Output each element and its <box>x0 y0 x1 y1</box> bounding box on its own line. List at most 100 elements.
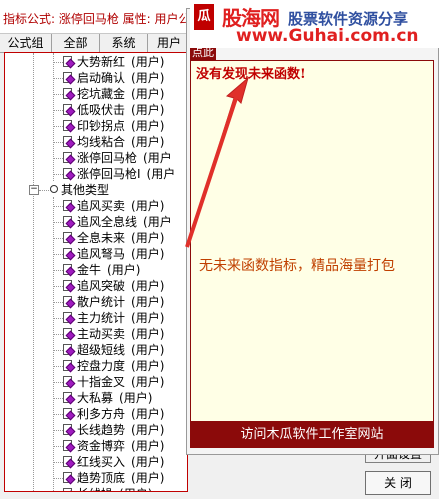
formula-icon <box>63 88 76 101</box>
tree-guide-line <box>53 94 63 95</box>
formula-icon <box>63 344 76 357</box>
tree-item-tag: (用户) <box>131 471 165 485</box>
tree-item[interactable]: 十指金叉 (用户) <box>63 374 164 390</box>
formula-icon <box>63 360 76 373</box>
formula-icon <box>63 376 76 389</box>
tree-item-tag: (用户) <box>119 391 153 405</box>
tree-item-name: 散户统计 <box>77 295 126 309</box>
tree-guide-line <box>53 222 63 223</box>
formula-icon <box>63 216 76 229</box>
tree-item[interactable]: 涨停回马枪I (用户 <box>63 166 175 182</box>
tree-item-name: 十指金叉 <box>77 375 126 389</box>
tree-guide-line <box>53 126 63 127</box>
watermark-url: www.Guhai.com.cn <box>236 26 419 46</box>
tree-item[interactable]: 追风弩马 (用户) <box>63 246 164 262</box>
formula-tabs: 公式组 全部 系统 用户 <box>0 34 190 53</box>
tree-item[interactable]: 印钞拐点 (用户) <box>63 118 164 134</box>
tree-guide-line <box>53 174 63 175</box>
formula-icon <box>63 232 76 245</box>
formula-tree[interactable]: 大势新红 (用户) 启动确认 (用户) 挖坑藏金 (用户) 低吸伏击 (用户) 印钞拐点 (用户)… <box>4 52 188 492</box>
tree-item-name: 红线买入 <box>77 455 126 469</box>
tree-item[interactable]: 启动确认 (用户) <box>63 70 164 86</box>
tree-item[interactable]: 资金博弈 (用户) <box>63 438 164 454</box>
tree-item[interactable]: 红线买入 (用户) <box>63 454 164 470</box>
tree-item[interactable]: 挖坑藏金 (用户) <box>63 86 164 102</box>
tree-item-tag: (用户) <box>131 439 165 453</box>
tree-item[interactable]: 长线操 (用户) <box>63 486 152 491</box>
tree-item-tag: (用户) <box>107 263 141 277</box>
popup-content <box>190 60 434 448</box>
folder-expander[interactable]: − <box>29 185 39 195</box>
formula-icon <box>63 152 76 165</box>
tree-item-tag: (用户) <box>131 135 165 149</box>
tree-guide-line <box>53 238 63 239</box>
tree-guide-line <box>53 142 63 143</box>
tree-item-tag: (用户) <box>131 71 165 85</box>
tree-item-name: 长线趋势 <box>77 423 126 437</box>
tree-item[interactable]: 追风全息线 (用户 <box>63 214 172 230</box>
tree-guide-line <box>53 270 63 271</box>
tree-item[interactable]: 涨停回马枪 (用户 <box>63 150 172 166</box>
tree-item-name: 涨停回马枪I <box>77 167 141 181</box>
close-button[interactable]: 关 闭 <box>365 471 431 495</box>
tree-item[interactable]: 均线粘合 (用户) <box>63 134 164 150</box>
window-title: 指标公式: 涨停回马枪 属性: 用户公 <box>3 12 191 26</box>
tree-item-name: 追风突破 <box>77 279 126 293</box>
website-link[interactable]: 访问木瓜软件工作室网站 <box>190 421 434 448</box>
formula-icon <box>63 264 76 277</box>
formula-icon <box>63 104 76 117</box>
formula-icon <box>63 56 76 69</box>
tree-item[interactable]: 控盘力度 (用户) <box>63 358 164 374</box>
tree-item[interactable]: 大私募 (用户) <box>63 390 152 406</box>
tree-guide-line <box>53 382 63 383</box>
tree-item-tag: (用户) <box>131 295 165 309</box>
tree-item[interactable]: 散户统计 (用户) <box>63 294 164 310</box>
tree-item-tag: (用户) <box>131 103 165 117</box>
formula-icon <box>63 312 76 325</box>
tree-item[interactable]: 低吸伏击 (用户) <box>63 102 164 118</box>
tree-folder-other-types[interactable]: 其他类型 <box>50 182 109 198</box>
tree-item-name: 控盘力度 <box>77 359 126 373</box>
tree-item[interactable]: 长线趋势 (用户) <box>63 422 164 438</box>
formula-icon <box>63 248 76 261</box>
popup-tab[interactable]: 点此 <box>190 46 216 60</box>
tree-guide-line <box>53 462 63 463</box>
tree-guide-line <box>53 110 63 111</box>
tab-all[interactable]: 全部 <box>52 34 100 52</box>
tree-guide-line <box>53 350 63 351</box>
formula-icon <box>63 472 76 485</box>
tree-item[interactable]: 主动买卖 (用户) <box>63 326 164 342</box>
tab-system[interactable]: 系统 <box>100 34 148 52</box>
tree-item-name: 追风买卖 <box>77 199 126 213</box>
tree-guide-line <box>53 398 63 399</box>
tree-guide-line <box>53 478 63 479</box>
tree-item[interactable]: 利多方舟 (用户) <box>63 406 164 422</box>
tree-item-name: 印钞拐点 <box>77 119 126 133</box>
tree-item-name: 低吸伏击 <box>77 103 126 117</box>
tree-guide-line <box>53 158 63 159</box>
tree-item-tag: (用户) <box>131 279 165 293</box>
tab-formula-group[interactable]: 公式组 <box>0 34 52 52</box>
tree-item-name: 追风弩马 <box>77 247 126 261</box>
tree-guide-line <box>53 414 63 415</box>
tree-guide-line <box>53 366 63 367</box>
tree-item[interactable]: 追风买卖 (用户) <box>63 198 164 214</box>
tree-item[interactable]: 大势新红 (用户) <box>63 54 164 70</box>
tree-item[interactable]: 超级短线 (用户) <box>63 342 164 358</box>
tree-item[interactable]: 全息未来 (用户) <box>63 230 164 246</box>
tree-item[interactable]: 主力统计 (用户) <box>63 310 164 326</box>
promo-text: 无未来函数指标，精品海量打包 <box>199 258 395 274</box>
tree-item-tag: (用户) <box>131 199 165 213</box>
tab-user[interactable]: 用户 <box>148 34 190 52</box>
tree-item-tag: (用户) <box>131 423 165 437</box>
tree-item-tag: (用户) <box>131 343 165 357</box>
tree-item[interactable]: 趋势顶底 (用户) <box>63 470 164 486</box>
tree-item[interactable]: 金牛 (用户) <box>63 262 140 278</box>
tree-item[interactable]: 追风突破 (用户) <box>63 278 164 294</box>
tree-item-name: 追风全息线 <box>77 215 138 229</box>
tree-item-name: 趋势顶底 <box>77 471 126 485</box>
tree-item-name: 均线粘合 <box>77 135 126 149</box>
tree-guide-line <box>53 302 63 303</box>
formula-icon <box>63 424 76 437</box>
formula-icon <box>63 200 76 213</box>
